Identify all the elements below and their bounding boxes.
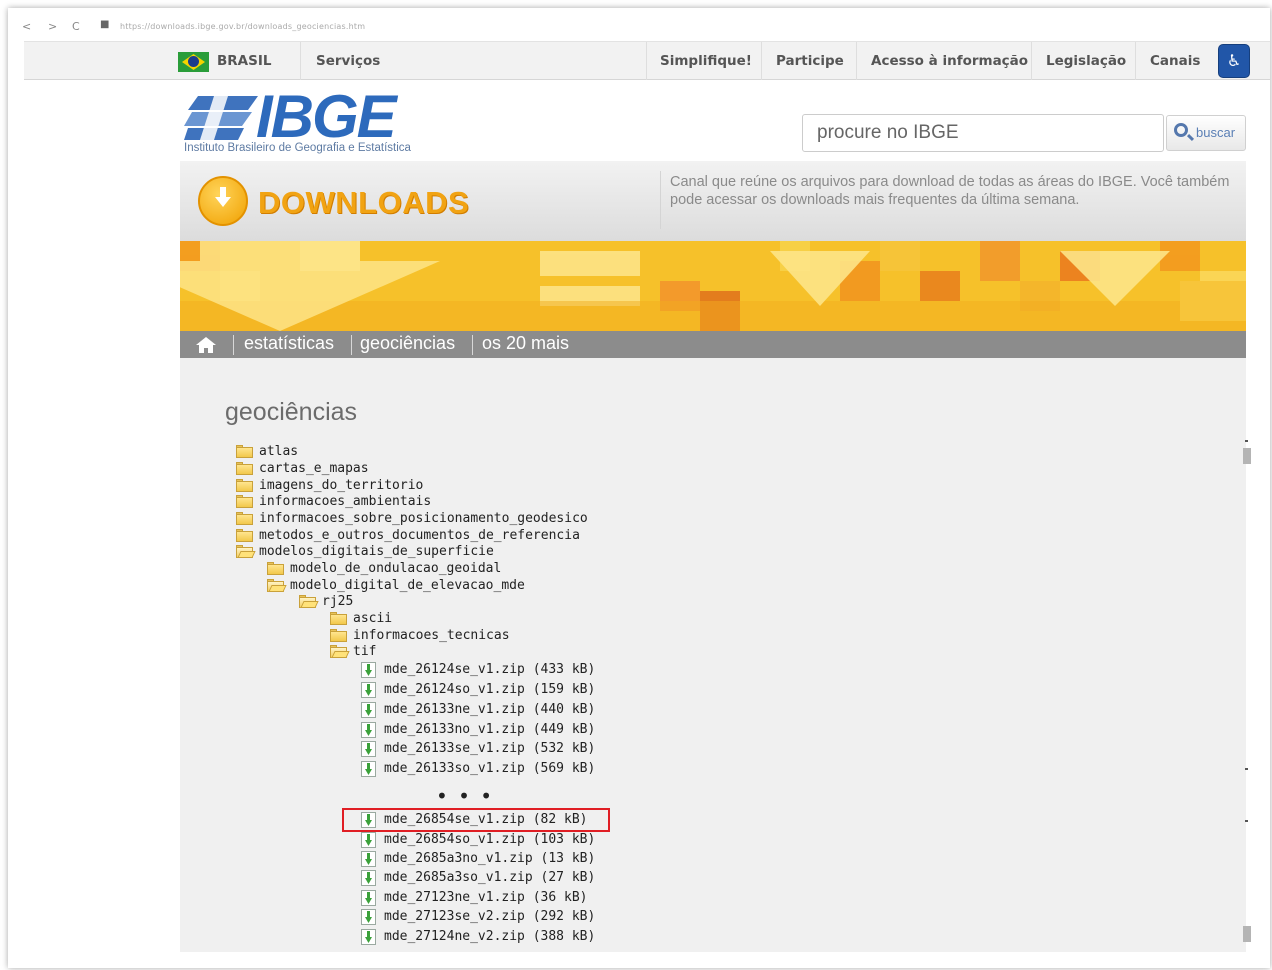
folder-label: atlas bbox=[259, 444, 299, 459]
download-file-icon bbox=[361, 870, 376, 886]
scroll-thumb-bottom[interactable] bbox=[1243, 926, 1251, 942]
scroll-marker bbox=[1245, 768, 1248, 770]
file-label: mde_26124se_v1.zip (433 kB) bbox=[384, 662, 596, 677]
file-label: mde_26133ne_v1.zip (440 kB) bbox=[384, 702, 596, 717]
download-file-icon bbox=[361, 741, 376, 757]
folder-icon bbox=[267, 562, 284, 575]
folder-label: metodos_e_outros_documentos_de_referenci… bbox=[259, 528, 580, 543]
folder-icon bbox=[236, 512, 253, 525]
folder-open-icon bbox=[236, 545, 256, 558]
folder-open-icon bbox=[330, 645, 350, 658]
file-label: mde_2685a3so_v1.zip (27 kB) bbox=[384, 870, 596, 885]
file-label: mde_26854so_v1.zip (103 kB) bbox=[384, 832, 596, 847]
lock-icon: ■ bbox=[100, 19, 110, 30]
legislacao-link[interactable]: Legislação bbox=[1046, 42, 1126, 80]
file-label: mde_26133so_v1.zip (569 kB) bbox=[384, 761, 596, 776]
file-label: mde_26133se_v1.zip (532 kB) bbox=[384, 741, 596, 756]
brazil-flag-icon bbox=[178, 52, 209, 72]
brasil-link[interactable]: BRASIL bbox=[217, 42, 271, 80]
ellipsis-separator: • • • bbox=[436, 784, 495, 808]
accessibility-icon: ♿ bbox=[1226, 51, 1242, 70]
download-circle-icon bbox=[198, 176, 248, 226]
downloads-header: DOWNLOADS Canal que reúne os arquivos pa… bbox=[180, 161, 1246, 241]
download-file-icon bbox=[361, 722, 376, 738]
back-icon[interactable]: < bbox=[22, 20, 31, 33]
canais-link[interactable]: Canais bbox=[1150, 42, 1200, 80]
ibge-logo-mark-icon bbox=[184, 96, 258, 140]
acesso-informacao-link[interactable]: Acesso à informação bbox=[871, 42, 1028, 80]
nav-geociencias[interactable]: geociências bbox=[360, 333, 455, 354]
servicos-link[interactable]: Serviços bbox=[316, 42, 380, 80]
download-file-icon bbox=[361, 909, 376, 925]
breadcrumb-nav: estatísticas geociências os 20 mais bbox=[180, 331, 1246, 358]
highlight-box bbox=[342, 808, 610, 832]
accessibility-button[interactable]: ♿ bbox=[1218, 44, 1250, 78]
folder-label: modelos_digitais_de_superficie bbox=[259, 544, 494, 559]
folder-icon bbox=[236, 495, 253, 508]
ibge-subtitle: Instituto Brasileiro de Geografia e Esta… bbox=[184, 142, 411, 154]
search-button[interactable]: buscar bbox=[1166, 115, 1246, 151]
page-title: geociências bbox=[225, 398, 358, 426]
search-box bbox=[802, 114, 1164, 152]
download-file-icon bbox=[361, 682, 376, 698]
downloads-description: Canal que reúne os arquivos para downloa… bbox=[670, 174, 1230, 208]
folder-icon bbox=[330, 612, 347, 625]
search-button-label: buscar bbox=[1196, 125, 1236, 140]
search-input[interactable] bbox=[803, 115, 1163, 151]
nav-estatisticas[interactable]: estatísticas bbox=[244, 333, 334, 354]
downloads-title: DOWNLOADS bbox=[258, 185, 470, 220]
browser-url-bar: < > C ■ https://downloads.ibge.gov.br/do… bbox=[8, 8, 1270, 38]
folder-label: informacoes_ambientais bbox=[259, 494, 432, 509]
download-file-icon bbox=[361, 832, 376, 848]
participe-link[interactable]: Participe bbox=[776, 42, 844, 80]
folder-icon bbox=[236, 445, 253, 458]
folder-label: cartas_e_mapas bbox=[259, 461, 369, 476]
download-file-icon bbox=[361, 702, 376, 718]
search-icon bbox=[1174, 123, 1188, 137]
folder-icon bbox=[236, 462, 253, 475]
scroll-up-icon[interactable] bbox=[1245, 440, 1248, 442]
folder-open-icon bbox=[267, 579, 287, 592]
folder-label: informacoes_sobre_posicionamento_geodesi… bbox=[259, 511, 588, 526]
folder-label: tif bbox=[353, 644, 377, 659]
folder-icon bbox=[330, 629, 347, 642]
download-file-icon bbox=[361, 851, 376, 867]
url-text[interactable]: https://downloads.ibge.gov.br/downloads_… bbox=[120, 22, 365, 31]
reload-icon[interactable]: C bbox=[72, 20, 80, 33]
scroll-marker bbox=[1245, 820, 1248, 822]
download-file-icon bbox=[361, 890, 376, 906]
scrollbar[interactable] bbox=[1242, 448, 1252, 953]
folder-label: rj25 bbox=[322, 594, 354, 609]
download-file-icon bbox=[361, 929, 376, 945]
nav-os-20-mais[interactable]: os 20 mais bbox=[482, 333, 569, 354]
home-icon[interactable] bbox=[196, 337, 216, 353]
file-label: mde_26133no_v1.zip (449 kB) bbox=[384, 722, 596, 737]
browser-window: < > C ■ https://downloads.ibge.gov.br/do… bbox=[8, 8, 1270, 968]
ibge-logo[interactable]: IBGE Instituto Brasileiro de Geografia e… bbox=[184, 83, 444, 160]
folder-label: modelo_de_ondulacao_geoidal bbox=[290, 561, 502, 576]
folder-label: ascii bbox=[353, 611, 393, 626]
ibge-wordmark: IBGE bbox=[256, 83, 397, 150]
simplifique-link[interactable]: Simplifique! bbox=[660, 42, 752, 80]
folder-open-icon bbox=[299, 595, 319, 608]
file-label: mde_26124so_v1.zip (159 kB) bbox=[384, 682, 596, 697]
folder-icon bbox=[236, 479, 253, 492]
folder-label: informacoes_tecnicas bbox=[353, 628, 510, 643]
folder-label: modelo_digital_de_elevacao_mde bbox=[290, 578, 525, 593]
gov-bar: BRASIL Serviços Simplifique! Participe A… bbox=[24, 41, 1270, 80]
file-label: mde_27124ne_v2.zip (388 kB) bbox=[384, 929, 596, 944]
forward-icon[interactable]: > bbox=[48, 20, 57, 33]
file-label: mde_2685a3no_v1.zip (13 kB) bbox=[384, 851, 596, 866]
download-file-icon bbox=[361, 761, 376, 777]
scroll-thumb-top[interactable] bbox=[1243, 448, 1251, 464]
file-label: mde_27123ne_v1.zip (36 kB) bbox=[384, 890, 588, 905]
file-label: mde_27123se_v2.zip (292 kB) bbox=[384, 909, 596, 924]
downloads-banner-image bbox=[180, 241, 1246, 331]
folder-label: imagens_do_territorio bbox=[259, 478, 424, 493]
download-file-icon bbox=[361, 662, 376, 678]
folder-icon bbox=[236, 529, 253, 542]
